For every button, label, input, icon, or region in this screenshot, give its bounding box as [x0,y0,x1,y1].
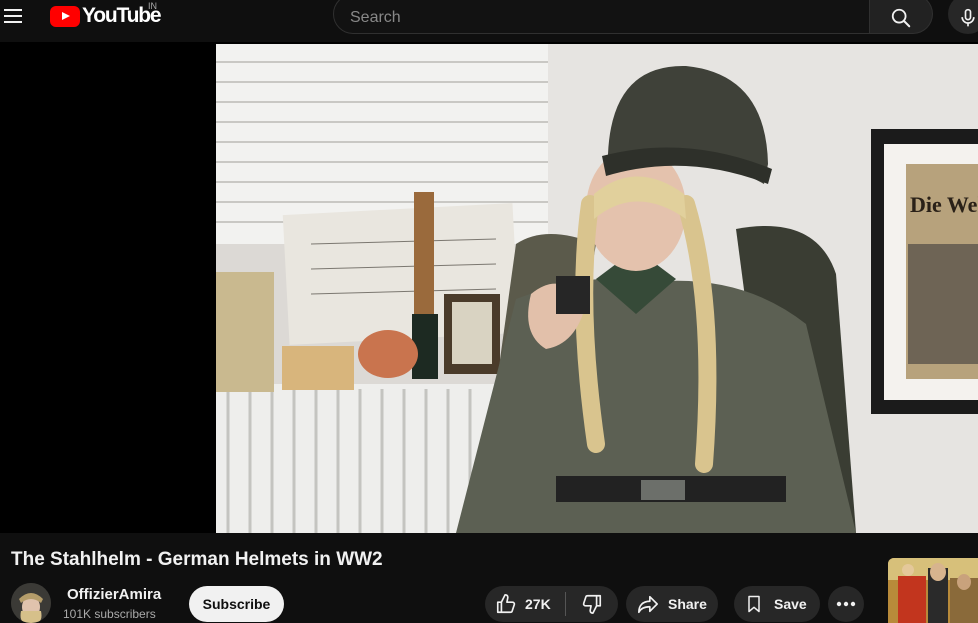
share-label: Share [668,596,707,612]
poster-text: Die Wehrm [910,192,978,217]
like-icon [496,594,516,614]
channel-avatar-image [11,583,51,623]
save-icon [748,595,760,613]
country-code: IN [148,1,157,11]
channel-name[interactable]: OffizierAmira [67,586,161,603]
youtube-logo[interactable]: YouTube [50,4,162,28]
voice-search-button[interactable] [948,0,978,34]
youtube-logo-icon [50,5,80,27]
dislike-icon [582,594,602,614]
more-actions-button[interactable] [828,586,864,622]
mic-icon [961,8,975,27]
subscriber-count: 101K subscribers [63,607,156,621]
search-input[interactable] [333,0,870,34]
related-thumbnail-image [888,558,978,623]
top-bar: YouTube IN [0,0,978,42]
save-button[interactable]: Save [734,586,820,622]
video-frame-image: Die Wehrm [216,44,978,533]
like-button[interactable]: 27K [485,586,565,622]
video-frame[interactable]: Die Wehrm [216,44,978,533]
video-player[interactable]: Die Wehrm [0,42,978,533]
share-icon [638,595,658,614]
like-dislike-group: 27K [485,586,618,622]
search-button[interactable] [870,0,933,34]
subscribe-button[interactable]: Subscribe [189,586,284,622]
video-title: The Stahlhelm - German Helmets in WW2 [11,549,383,570]
menu-icon[interactable] [4,4,26,28]
more-icon [836,601,856,607]
dislike-button[interactable] [566,586,618,622]
save-label: Save [774,596,807,612]
search-icon [891,8,911,28]
share-button[interactable]: Share [626,586,718,622]
like-count: 27K [525,596,551,612]
related-video-thumbnail[interactable] [888,558,978,623]
avatar[interactable] [11,583,51,623]
search-bar [333,0,933,34]
